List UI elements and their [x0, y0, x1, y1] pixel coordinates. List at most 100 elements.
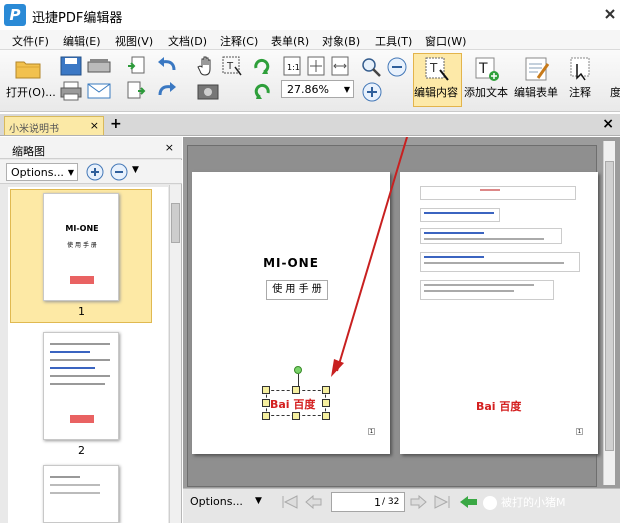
scanner-icon[interactable] [87, 56, 111, 76]
zoom-value: 27.86% [287, 83, 329, 96]
scroll-thumb[interactable] [171, 203, 180, 243]
document-viewer: MI-ONE 使 用 手 册 Bai 百度 1 Bai 百度 1 [183, 137, 620, 523]
scroll-thumb[interactable] [605, 161, 614, 451]
rotate-right-icon[interactable] [252, 56, 272, 76]
email-icon[interactable] [87, 81, 111, 101]
thumbnail-sidebar: 缩略图 × Options... ▼ ▼ MI-ONE 使 用 手 册 1 2 [0, 137, 182, 523]
thumbnail-page-2[interactable] [43, 332, 119, 440]
actual-size-icon[interactable]: 1:1 [282, 56, 302, 76]
chevron-down-icon[interactable]: ▼ [255, 496, 262, 506]
add-text-icon[interactable]: T [474, 56, 500, 82]
fit-width-icon[interactable] [330, 56, 350, 76]
svg-text:T: T [226, 61, 234, 72]
extract-page-icon[interactable] [126, 56, 146, 76]
sidebar-header: 缩略图 × [0, 137, 182, 159]
zoom-select[interactable]: 27.86% ▼ [281, 80, 354, 98]
menu-annotation[interactable]: 注释(C) [220, 33, 258, 49]
menu-bar: 文件(F) 编辑(E) 视图(V) 文档(D) 注释(C) 表单(R) 对象(B… [0, 30, 620, 50]
thumb-subtitle: 使 用 手 册 [67, 242, 97, 249]
hand-tool-icon[interactable] [197, 55, 217, 77]
menu-edit[interactable]: 编辑(E) [63, 33, 101, 49]
thumbnail-list: MI-ONE 使 用 手 册 1 2 [8, 187, 168, 523]
footer-options-label: Options... [190, 495, 243, 508]
edit-form-icon[interactable] [524, 56, 550, 82]
open-label[interactable]: 打开(O)... [6, 84, 56, 100]
close-tab-icon[interactable]: × [90, 119, 99, 132]
total-pages: / 32 [382, 497, 400, 507]
zoom-out-icon[interactable] [386, 56, 408, 78]
zoom-in-icon[interactable] [86, 163, 104, 181]
select-text-icon[interactable]: T [221, 55, 243, 77]
title-bar: P 迅捷PDF编辑器 [0, 0, 620, 30]
close-icon[interactable]: × [165, 141, 174, 154]
new-tab-icon[interactable]: + [110, 116, 122, 132]
annotation-arrow [331, 137, 409, 377]
print-icon[interactable] [60, 81, 82, 101]
first-page-icon[interactable] [281, 495, 299, 509]
open-folder-icon[interactable] [14, 56, 42, 80]
options-label: Options... [11, 166, 64, 179]
menu-document[interactable]: 文档(D) [168, 33, 207, 49]
menu-window[interactable]: 窗口(W) [425, 33, 466, 49]
menu-form[interactable]: 表单(R) [271, 33, 309, 49]
sidebar-options-bar: Options... ▼ ▼ [0, 160, 182, 184]
current-page: 1 [374, 496, 381, 509]
app-logo: P [4, 4, 26, 26]
menu-view[interactable]: 视图(V) [115, 33, 153, 49]
viewer-scrollbar[interactable] [603, 141, 615, 485]
sidebar-title: 缩略图 [12, 145, 45, 158]
chevron-down-icon: ▼ [343, 85, 350, 94]
thumbnail-page-1[interactable]: MI-ONE 使 用 手 册 [43, 193, 119, 301]
thumbnail-page-3[interactable] [43, 465, 119, 523]
page-number-input[interactable]: 1 / 32 [331, 492, 405, 512]
thumbnail-number: 1 [78, 305, 85, 318]
zoom-out-icon[interactable] [110, 163, 128, 181]
next-page-icon[interactable] [409, 495, 427, 509]
baidu-logo-thumb [70, 276, 94, 284]
options-dropdown[interactable]: Options... ▼ [6, 163, 78, 181]
watermark: 被打的小猪M [483, 494, 603, 514]
edit-content-icon[interactable]: T [424, 56, 450, 82]
svg-text:T: T [478, 61, 488, 77]
svg-text:T: T [429, 61, 438, 75]
rotate-left-icon[interactable] [252, 81, 272, 101]
thumbnail-number: 2 [78, 444, 85, 457]
thumb-heading: MI-ONE [65, 224, 99, 233]
tab-document-label: 小米说明书 [9, 124, 59, 135]
menu-file[interactable]: 文件(F) [12, 33, 49, 49]
menu-tools[interactable]: 工具(T) [375, 33, 412, 49]
save-icon[interactable] [60, 56, 82, 76]
annotate-label[interactable]: 注释 [569, 84, 591, 100]
wechat-icon [483, 496, 497, 510]
last-page-icon[interactable] [433, 495, 451, 509]
toolbar: 打开(O)... T 1:1 27.86% ▼ T 编辑内容 T 添加文本 编辑… [0, 50, 620, 112]
insert-page-icon[interactable] [126, 81, 146, 101]
sidebar-scrollbar[interactable] [169, 185, 181, 523]
close-window-icon[interactable] [604, 8, 616, 20]
page-navigation-bar: Options... ▼ 1 / 32 被打的小猪M [183, 488, 620, 523]
redo-icon[interactable] [156, 81, 178, 101]
close-all-icon[interactable]: × [602, 116, 614, 132]
zoom-in-icon[interactable] [361, 81, 383, 103]
document-tab-bar: 小米说明书 × + × [0, 114, 620, 136]
baidu-logo-thumb [70, 415, 94, 423]
app-title: 迅捷PDF编辑器 [32, 11, 123, 26]
annotate-icon[interactable] [569, 56, 593, 82]
watermark-text: 被打的小猪M [501, 496, 566, 509]
chevron-down-icon: ▼ [67, 168, 74, 177]
prev-page-icon[interactable] [305, 495, 323, 509]
overflow-label[interactable]: 度 [610, 84, 620, 100]
svg-text:1:1: 1:1 [287, 63, 300, 72]
tab-document[interactable]: 小米说明书 × [4, 116, 104, 135]
chevron-down-icon[interactable]: ▼ [132, 165, 139, 175]
zoom-in-tool-icon[interactable] [360, 56, 382, 78]
snapshot-icon[interactable] [197, 81, 219, 101]
options-dropdown[interactable]: Options... [187, 492, 255, 512]
undo-icon[interactable] [156, 56, 178, 76]
menu-object[interactable]: 对象(B) [322, 33, 360, 49]
fit-page-icon[interactable] [306, 56, 326, 76]
add-text-label[interactable]: 添加文本 [464, 84, 508, 100]
edit-content-label[interactable]: 编辑内容 [414, 84, 458, 100]
edit-form-label[interactable]: 编辑表单 [514, 84, 558, 100]
back-icon[interactable] [459, 495, 479, 509]
